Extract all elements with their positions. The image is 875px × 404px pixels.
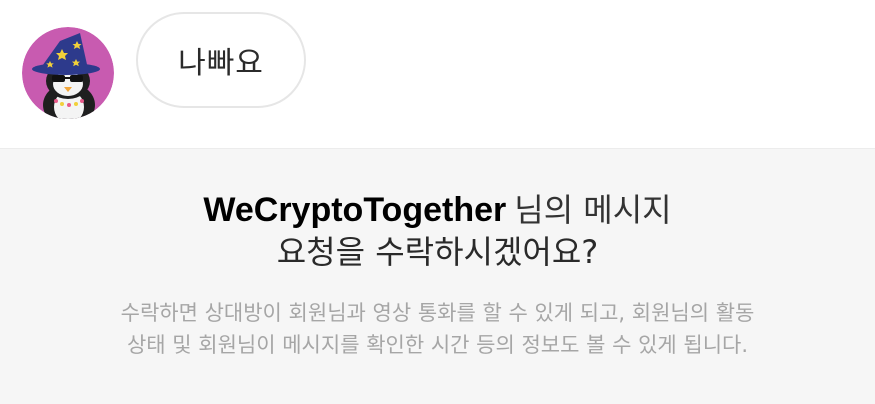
avatar[interactable] xyxy=(22,27,114,119)
request-description-line2: 상태 및 회원님이 메시지를 확인한 시간 등의 정보도 볼 수 있게 됩니다. xyxy=(126,333,749,357)
message-text: 나빠요 xyxy=(178,46,264,81)
sender-name[interactable]: WeCryptoTogether xyxy=(203,191,506,229)
request-title: WeCryptoTogether 님의 메시지 요청을 수락하시겠어요? xyxy=(0,189,875,273)
penguin-wizard-icon xyxy=(22,27,114,119)
request-title-suffix: 님의 메시지 xyxy=(514,191,672,229)
request-description-line1: 수락하면 상대방이 회원님과 영상 통화를 할 수 있게 되고, 회원님의 활동 xyxy=(120,301,755,325)
request-title-line1: WeCryptoTogether 님의 메시지 xyxy=(0,189,875,231)
request-description: 수락하면 상대방이 회원님과 영상 통화를 할 수 있게 되고, 회원님의 활동… xyxy=(30,297,845,361)
message-bubble[interactable]: 나빠요 xyxy=(136,12,306,108)
message-request-panel: WeCryptoTogether 님의 메시지 요청을 수락하시겠어요? 수락하면… xyxy=(0,148,875,404)
incoming-message-row: 나빠요 xyxy=(0,0,875,148)
request-title-line2: 요청을 수락하시겠어요? xyxy=(276,233,599,271)
